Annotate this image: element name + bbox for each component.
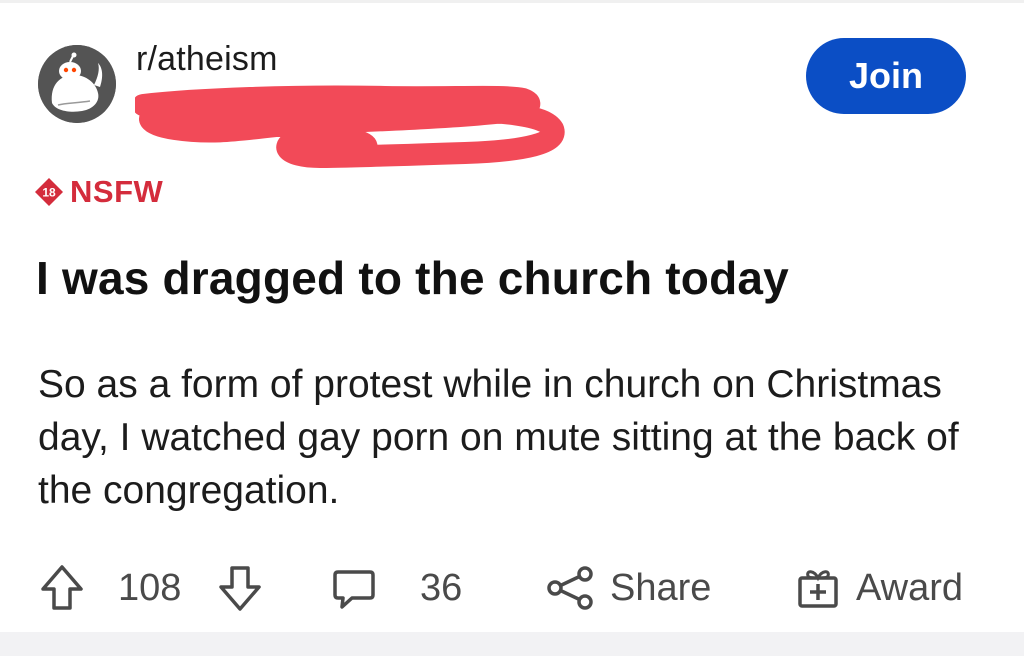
post-action-bar: 108 36 Share Award [0,548,1024,628]
comment-count-text: 36 [420,566,463,609]
subreddit-name[interactable]: r/atheism [136,40,278,79]
arrow-up-icon [38,562,86,614]
bottom-divider [0,632,1024,656]
nsfw-badge: 18 NSFW [34,174,163,210]
upvote-button[interactable] [38,548,86,628]
reddit-alien-avatar-icon [38,45,116,123]
post-title[interactable]: I was dragged to the church today [36,251,789,305]
comment-count: 36 [420,548,462,628]
comment-bubble-icon [330,562,378,614]
nsfw-badge-icon: 18 [35,178,63,206]
comments-button[interactable] [330,548,378,628]
gift-icon [794,562,842,614]
redacted-username-scribble [135,85,565,185]
join-button[interactable]: Join [806,38,966,114]
vote-count: 108 [118,548,181,628]
share-icon [544,562,596,614]
subreddit-avatar[interactable] [38,45,116,123]
downvote-button[interactable] [216,548,264,628]
top-divider [0,0,1024,3]
nsfw-label: NSFW [70,174,164,209]
share-label: Share [610,566,712,609]
share-button[interactable]: Share [544,548,711,628]
post-body: So as a form of protest while in church … [38,363,959,512]
arrow-down-icon [216,562,264,614]
vote-count-text: 108 [118,566,182,609]
award-label: Award [856,566,964,609]
nsfw-badge-number: 18 [42,186,56,200]
award-button[interactable]: Award [794,548,963,628]
